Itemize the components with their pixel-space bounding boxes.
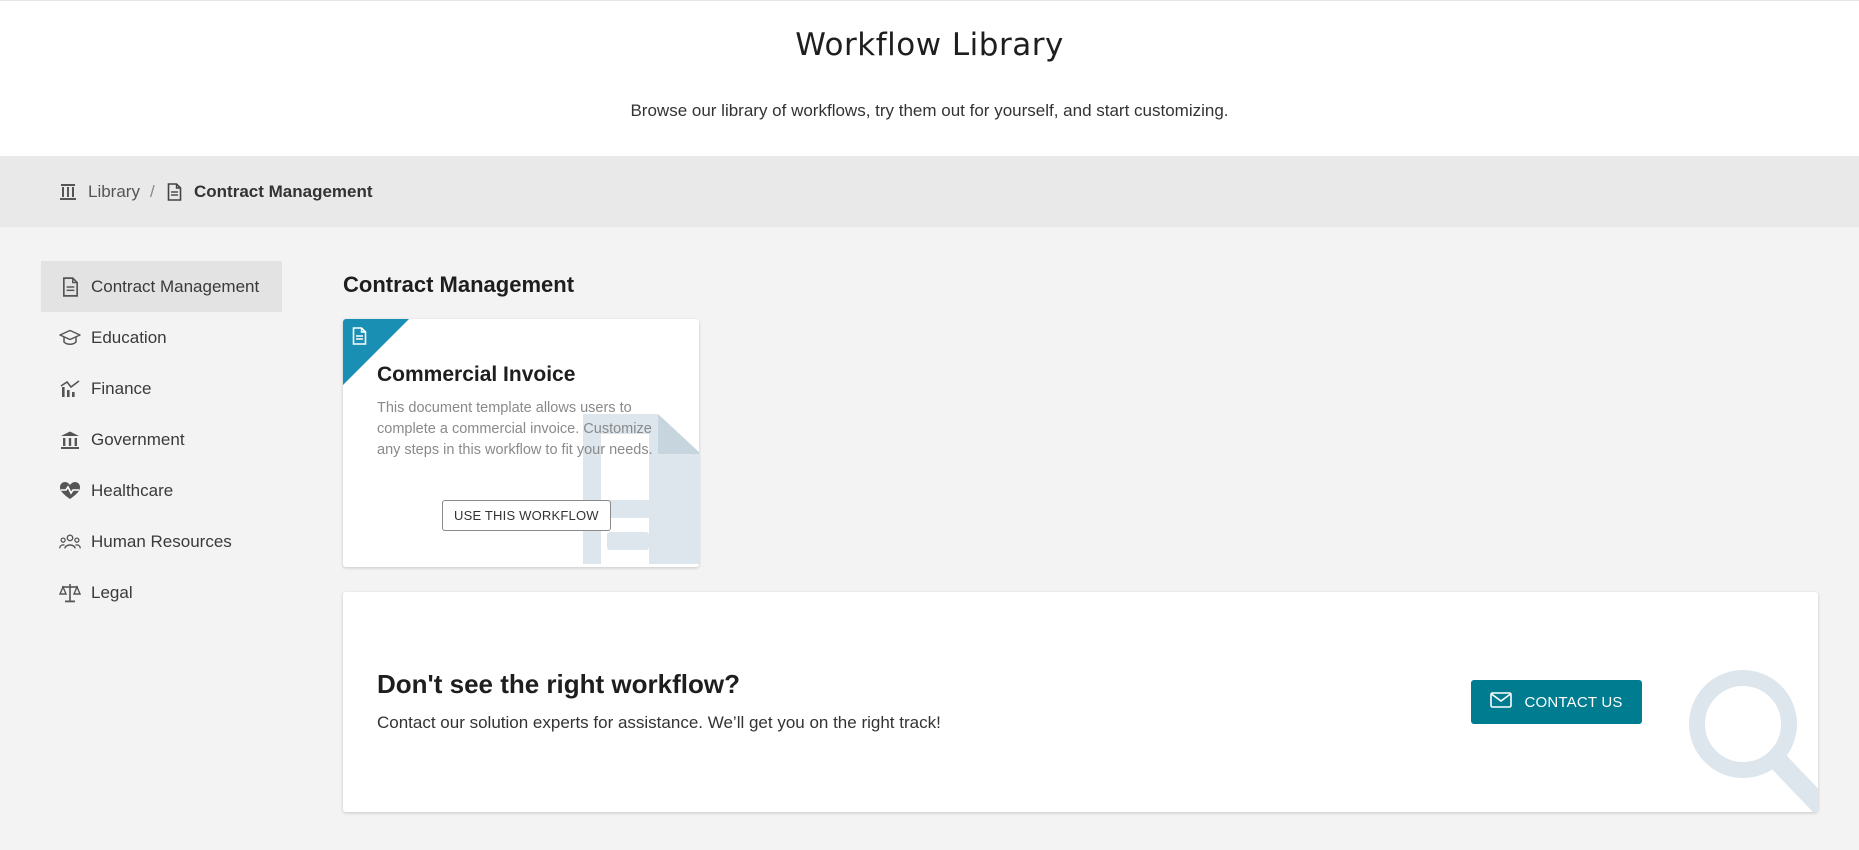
- document-icon: [167, 182, 182, 201]
- sidebar-item-education[interactable]: Education: [41, 312, 282, 363]
- contact-us-label: CONTACT US: [1524, 693, 1623, 711]
- breadcrumb: Library / Contract Management: [0, 156, 1859, 227]
- page-subtitle: Browse our library of workflows, try the…: [630, 101, 1229, 120]
- sidebar-item-label: Government: [91, 429, 185, 449]
- sidebar-item-label: Human Resources: [91, 531, 232, 551]
- chart-icon: [59, 378, 81, 400]
- sidebar-item-legal[interactable]: Legal: [41, 567, 282, 618]
- document-icon: [59, 276, 81, 298]
- building-icon: [59, 429, 81, 451]
- people-icon: [59, 531, 81, 553]
- magnifier-watermark-icon: [1688, 669, 1818, 812]
- sidebar-item-label: Legal: [91, 582, 133, 602]
- page-title: Workflow Library: [795, 27, 1064, 63]
- sidebar-item-label: Education: [91, 327, 167, 347]
- sidebar-item-healthcare[interactable]: Healthcare: [41, 465, 282, 516]
- mail-icon: [1490, 692, 1513, 712]
- breadcrumb-current: Contract Management: [167, 156, 373, 227]
- scales-icon: [59, 582, 81, 604]
- breadcrumb-separator: /: [150, 181, 155, 201]
- sidebar-item-label: Finance: [91, 378, 152, 398]
- sidebar-item-government[interactable]: Government: [41, 414, 282, 465]
- section-title: Contract Management: [343, 272, 575, 297]
- workflow-card[interactable]: Commercial Invoice This document templat…: [343, 319, 699, 567]
- contact-panel: Don't see the right workflow? Contact ou…: [343, 592, 1818, 812]
- graduation-cap-icon: [59, 327, 81, 349]
- sidebar-item-label: Healthcare: [91, 480, 174, 500]
- sidebar-item-label: Contract Management: [91, 276, 260, 296]
- card-description: This document template allows users to c…: [377, 400, 653, 458]
- breadcrumb-library-label: Library: [88, 181, 140, 201]
- card-title: Commercial Invoice: [377, 363, 576, 386]
- heart-pulse-icon: [59, 480, 81, 502]
- use-this-workflow-button[interactable]: USE THIS WORKFLOW: [442, 500, 611, 531]
- contact-us-button[interactable]: CONTACT US: [1471, 680, 1642, 724]
- contact-heading: Don't see the right workflow?: [377, 669, 740, 699]
- document-icon: [352, 327, 367, 350]
- contact-text: Contact our solution experts for assista…: [377, 713, 941, 732]
- category-sidebar: Contract Management Education Finance Go…: [41, 261, 282, 618]
- breadcrumb-current-label: Contract Management: [194, 181, 373, 201]
- breadcrumb-library[interactable]: Library: [60, 156, 140, 227]
- sidebar-item-contract-management[interactable]: Contract Management: [41, 261, 282, 312]
- sidebar-item-human-resources[interactable]: Human Resources: [41, 516, 282, 567]
- library-icon: [60, 183, 76, 201]
- page-header: Workflow Library Browse our library of w…: [0, 0, 1859, 156]
- sidebar-item-finance[interactable]: Finance: [41, 363, 282, 414]
